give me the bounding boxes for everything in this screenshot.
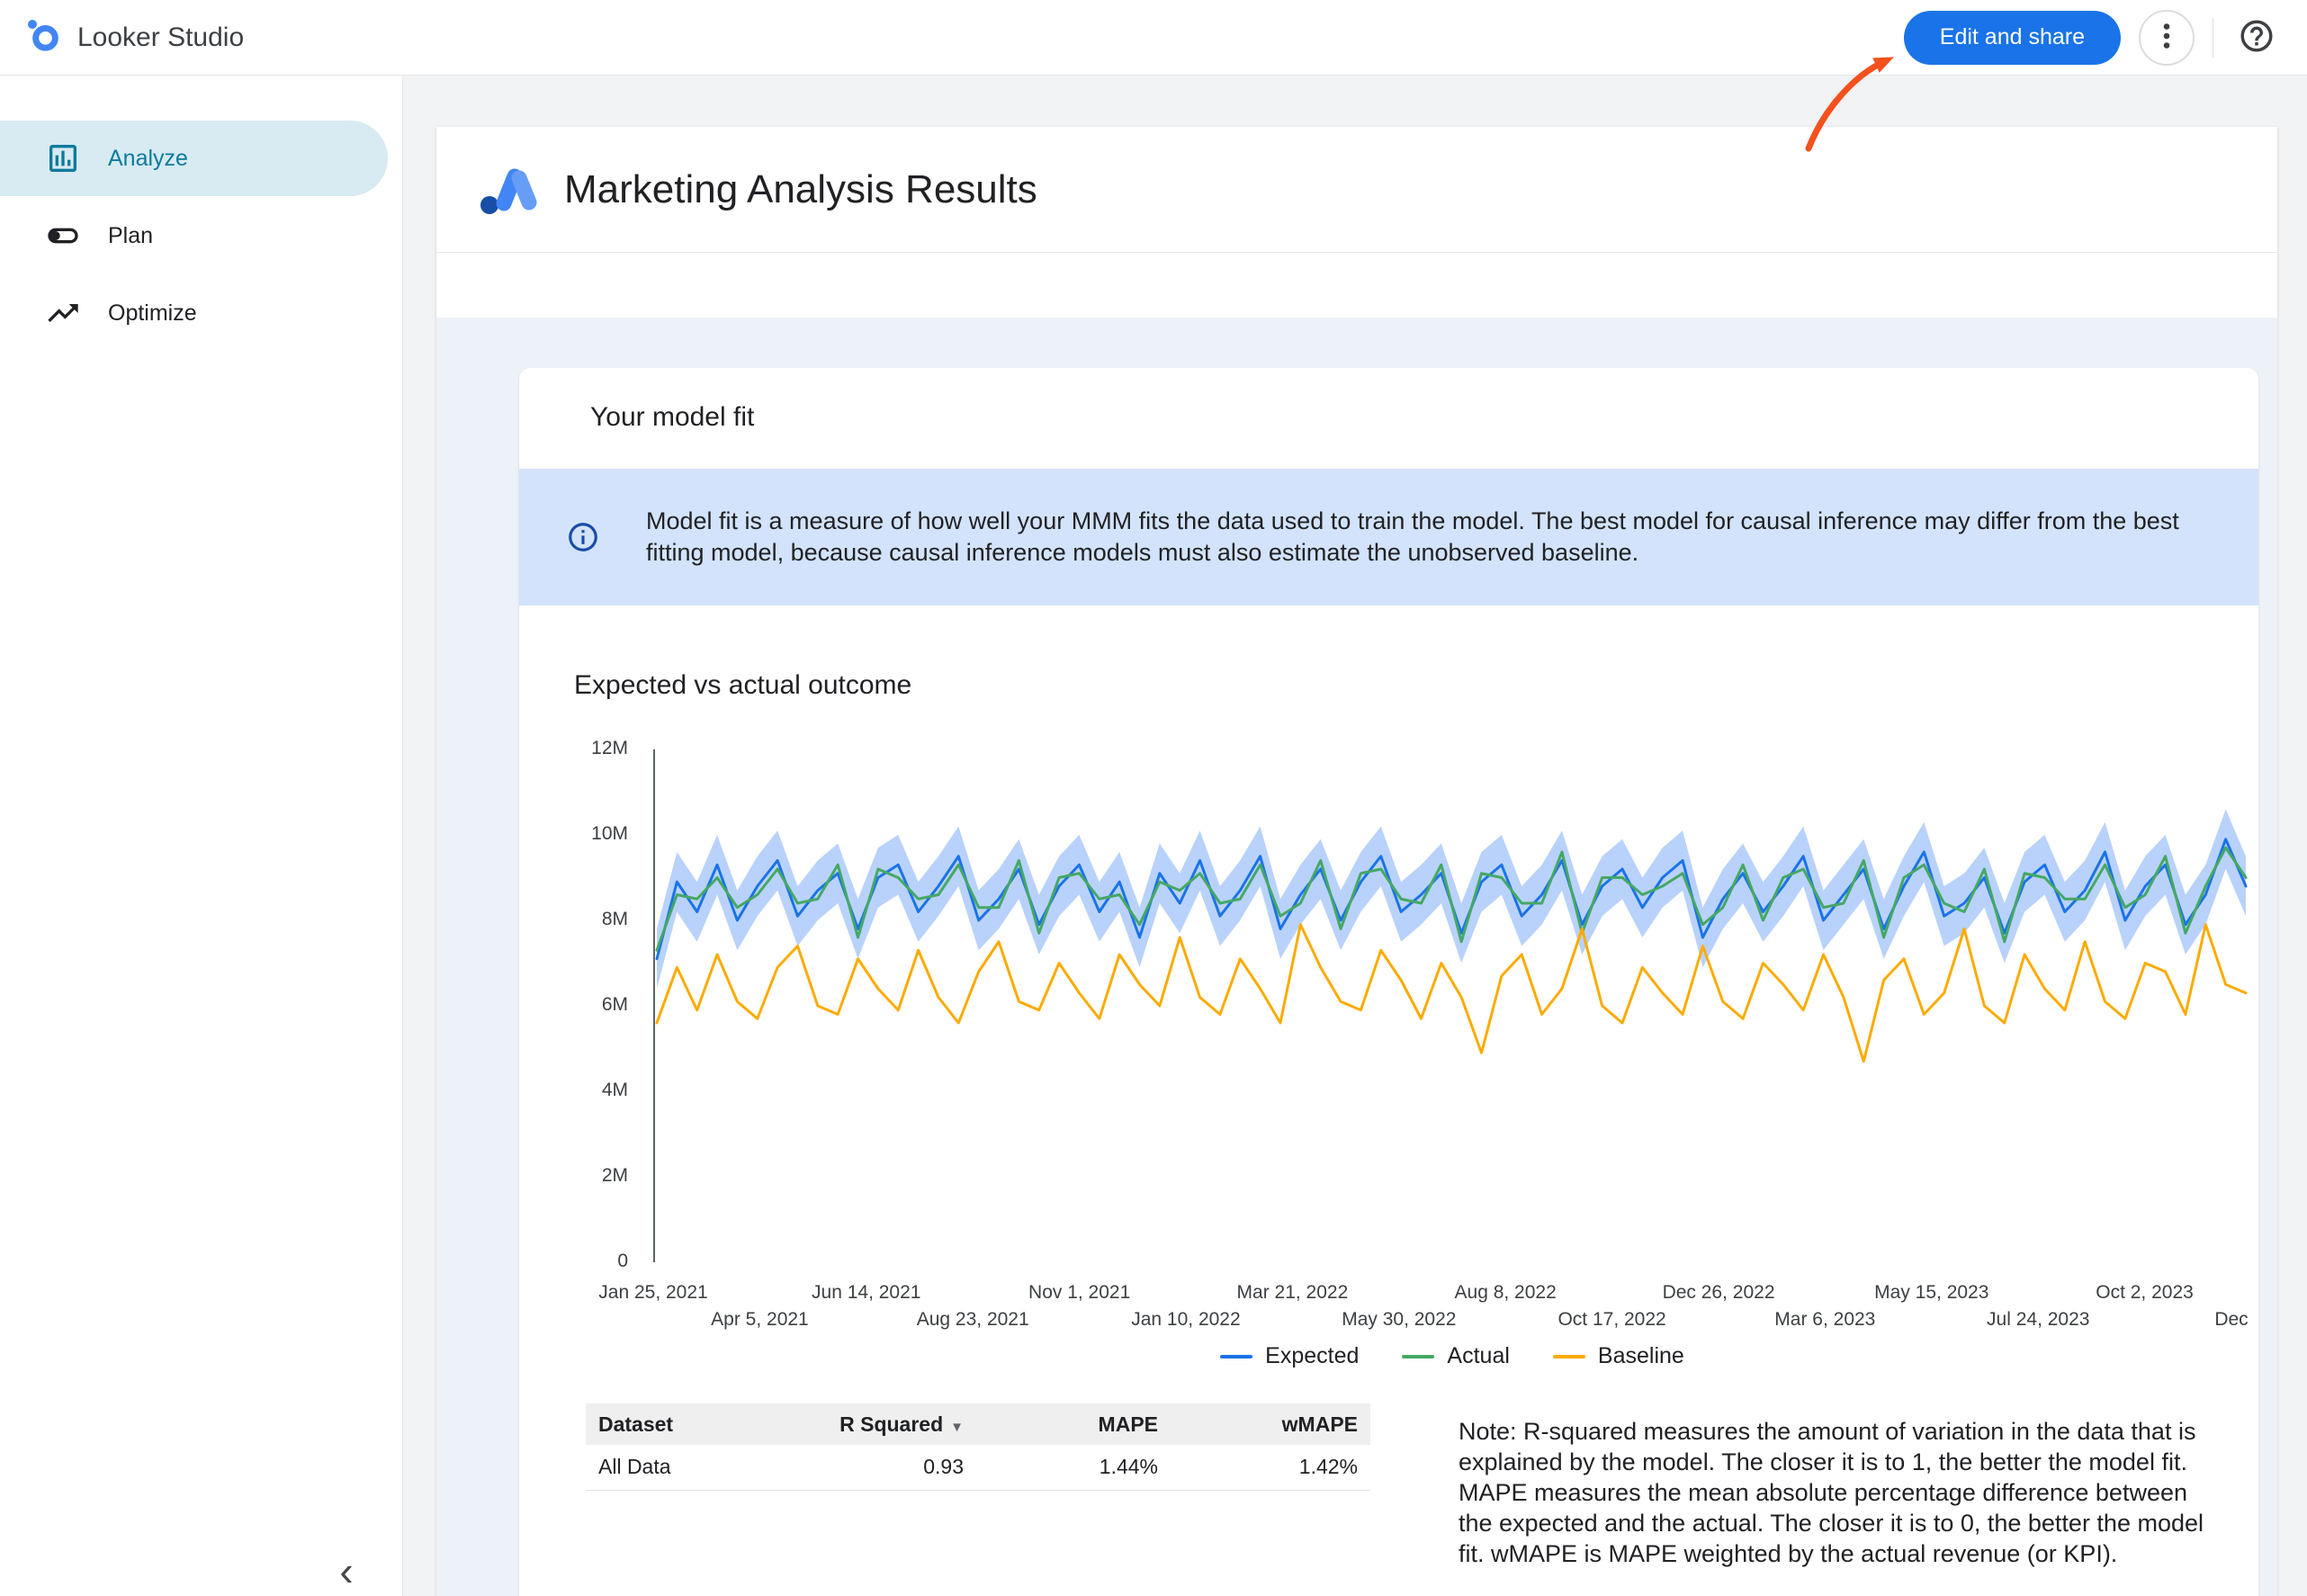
x-tick-label: May 15, 2023 [1874, 1282, 1988, 1304]
topbar-brand: Looker Studio [25, 17, 244, 58]
help-icon [2238, 17, 2276, 58]
x-tick-label: Jun 14, 2021 [812, 1282, 920, 1304]
looker-logo-icon [25, 17, 61, 58]
legend-label: Actual [1447, 1343, 1509, 1369]
legend-swatch-icon [1553, 1355, 1585, 1358]
spacer [436, 253, 2277, 318]
model-fit-chart: 12M10M8M6M4M2M0 Jan 25, 2021Apr 5, 2021J… [519, 749, 2258, 1338]
bar-chart-icon [45, 140, 81, 176]
topbar: Looker Studio Edit and share [0, 0, 2307, 76]
x-tick-label: Dec 26, 2022 [1663, 1282, 1775, 1304]
sort-desc-icon: ▼ [950, 1420, 964, 1435]
cell-wmape: 1.42% [1171, 1445, 1370, 1490]
info-icon [519, 520, 646, 554]
y-tick-label: 12M [591, 738, 628, 759]
model-fit-table: Dataset R Squared▼ MAPE wMAPE [586, 1403, 1370, 1596]
note-text: Note: R-squared measures the amount of v… [1459, 1416, 2213, 1569]
column-header-dataset[interactable]: Dataset [586, 1403, 796, 1445]
column-header-r-squared[interactable]: R Squared▼ [796, 1403, 976, 1445]
legend-item-actual: Actual [1402, 1343, 1509, 1369]
y-tick-label: 2M [602, 1165, 628, 1187]
sidebar-item-label: Optimize [108, 300, 197, 327]
y-axis-labels: 12M10M8M6M4M2M0 [519, 749, 641, 1262]
more-options-button[interactable] [2139, 10, 2195, 66]
legend-item-expected: Expected [1220, 1343, 1359, 1369]
x-tick-label: Mar 6, 2023 [1774, 1309, 1875, 1331]
table-header-row: Dataset R Squared▼ MAPE wMAPE [586, 1403, 1370, 1445]
x-tick-label: Jan 10, 2022 [1131, 1309, 1240, 1331]
y-tick-label: 8M [602, 909, 628, 930]
x-tick-label: Jul 24, 2023 [1987, 1309, 2089, 1331]
info-banner: Model fit is a measure of how well your … [519, 469, 2258, 605]
section-title: Expected vs actual outcome [574, 670, 2258, 701]
topbar-actions: Edit and share [1904, 10, 2282, 66]
y-tick-label: 6M [602, 994, 628, 1016]
x-tick-label: Oct 17, 2022 [1557, 1309, 1665, 1331]
app-title: Looker Studio [77, 22, 244, 53]
info-banner-text: Model fit is a measure of how well your … [646, 506, 2204, 569]
x-tick-label: Aug 8, 2022 [1455, 1282, 1557, 1304]
legend-swatch-icon [1220, 1355, 1252, 1358]
x-tick-label: Jan 25, 2021 [598, 1282, 707, 1304]
sidebar-nav: Analyze Plan Optimize [0, 76, 402, 351]
app-body: Analyze Plan Optimize ‹ [0, 76, 2307, 1596]
more-vert-icon [2150, 20, 2183, 55]
y-tick-label: 0 [617, 1251, 628, 1272]
help-button[interactable] [2231, 13, 2282, 63]
x-tick-label: Dec [2214, 1309, 2248, 1331]
x-tick-label: Aug 23, 2021 [917, 1309, 1029, 1331]
table-empty-area [586, 1491, 1370, 1596]
legend-item-baseline: Baseline [1553, 1343, 1684, 1369]
meridian-logo-icon [480, 164, 541, 216]
sidebar-item-optimize[interactable]: Optimize [0, 275, 388, 351]
table-row: All Data 0.93 1.44% 1.42% [586, 1445, 1370, 1490]
chevron-left-icon: ‹ [339, 1547, 353, 1594]
y-tick-label: 4M [602, 1080, 628, 1101]
y-tick-label: 10M [591, 823, 628, 845]
legend-swatch-icon [1402, 1355, 1434, 1358]
legend-label: Expected [1265, 1343, 1359, 1369]
report-page: Marketing Analysis Results Your model fi… [436, 127, 2277, 1596]
report-header: Marketing Analysis Results [436, 127, 2277, 253]
x-tick-label: Nov 1, 2021 [1028, 1282, 1130, 1304]
collapse-sidebar-button[interactable]: ‹ [323, 1547, 370, 1594]
chart-legend: Expected Actual Baseline [653, 1343, 2251, 1369]
sidebar-item-label: Analyze [108, 146, 188, 172]
cell-r-squared: 0.93 [796, 1445, 976, 1490]
sidebar-item-label: Plan [108, 223, 153, 249]
line-chart [653, 749, 2251, 1262]
column-header-mape[interactable]: MAPE [976, 1403, 1171, 1445]
toggle-icon [45, 218, 81, 254]
edit-and-share-button[interactable]: Edit and share [1904, 11, 2121, 65]
x-tick-label: May 30, 2022 [1342, 1309, 1456, 1331]
page-title: Marketing Analysis Results [564, 167, 1037, 212]
sidebar: Analyze Plan Optimize ‹ [0, 76, 403, 1596]
x-tick-label: Oct 2, 2023 [2096, 1282, 2194, 1304]
x-tick-label: Apr 5, 2021 [711, 1309, 809, 1331]
x-axis-labels: Jan 25, 2021Apr 5, 2021Jun 14, 2021Aug 2… [653, 1262, 2251, 1338]
x-tick-label: Mar 21, 2022 [1237, 1282, 1349, 1304]
column-header-wmape[interactable]: wMAPE [1171, 1403, 1370, 1445]
report-canvas: Your model fit Model fit is a measure of… [436, 318, 2277, 1596]
sidebar-item-plan[interactable]: Plan [0, 198, 388, 273]
model-fit-card: Your model fit Model fit is a measure of… [519, 368, 2258, 1596]
sidebar-item-analyze[interactable]: Analyze [0, 121, 388, 196]
card-title: Your model fit [590, 402, 2258, 433]
legend-label: Baseline [1598, 1343, 1684, 1369]
metrics-row: Dataset R Squared▼ MAPE wMAPE [519, 1403, 2258, 1596]
main-content: Marketing Analysis Results Your model fi… [403, 76, 2307, 1596]
trending-up-icon [45, 295, 81, 331]
cell-dataset: All Data [586, 1445, 796, 1490]
cell-mape: 1.44% [976, 1445, 1171, 1490]
